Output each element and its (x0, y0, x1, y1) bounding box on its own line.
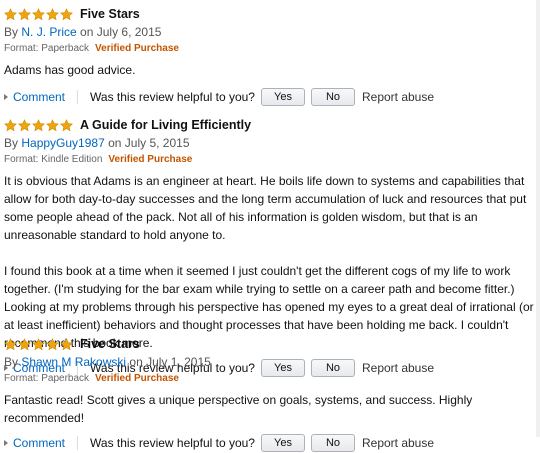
review-byline: By Shawn M Rakowski on July 1, 2015 (4, 355, 536, 370)
review-date: on July 5, 2015 (108, 136, 190, 150)
review-title[interactable]: Five Stars (80, 337, 140, 351)
star-icon (18, 118, 31, 131)
review-title-row: Five Stars (4, 336, 536, 352)
review-date: on July 6, 2015 (80, 25, 162, 39)
verified-purchase-badge: Verified Purchase (108, 154, 193, 165)
comment-link[interactable]: Comment (4, 436, 65, 450)
divider (77, 90, 79, 104)
review-actions: Comment Was this review helpful to you? … (4, 87, 536, 107)
review-meta: Format: Paperback Verified Purchase (4, 42, 536, 55)
review-title[interactable]: Five Stars (80, 7, 140, 21)
star-icon (46, 7, 59, 20)
by-label: By (4, 355, 19, 369)
comment-link[interactable]: Comment (4, 90, 65, 104)
review-body: Adams has good advice. (4, 61, 536, 79)
helpful-no-button[interactable]: No (310, 88, 355, 106)
star-icon (32, 118, 45, 131)
star-icon (60, 7, 73, 20)
review-date: on July 1, 2015 (129, 355, 211, 369)
caret-right-icon (4, 94, 8, 100)
review-meta: Format: Paperback Verified Purchase (4, 372, 536, 385)
review-paragraph: It is obvious that Adams is an engineer … (4, 174, 527, 242)
report-abuse-link[interactable]: Report abuse (362, 90, 434, 104)
star-icon (32, 7, 45, 20)
review-body: It is obvious that Adams is an engineer … (4, 172, 536, 352)
star-rating[interactable] (4, 7, 74, 21)
report-abuse-link[interactable]: Report abuse (362, 436, 434, 450)
star-icon (18, 7, 31, 20)
reviews-page: Five Stars By N. J. Price on July 6, 201… (0, 0, 540, 452)
star-icon (46, 118, 59, 131)
caret-right-icon (4, 440, 8, 446)
review-body: Fantastic read! Scott gives a unique per… (4, 391, 536, 427)
review-author-link[interactable]: HappyGuy1987 (21, 136, 104, 150)
star-icon (60, 337, 73, 350)
review-author-link[interactable]: Shawn M Rakowski (21, 355, 126, 369)
review-paragraph: Fantastic read! Scott gives a unique per… (4, 393, 473, 425)
star-icon (46, 337, 59, 350)
comment-label: Comment (13, 436, 66, 450)
review-byline: By N. J. Price on July 6, 2015 (4, 25, 536, 40)
star-icon (60, 118, 73, 131)
star-icon (18, 337, 31, 350)
review-3: Five Stars By Shawn M Rakowski on July 1… (4, 336, 536, 453)
star-rating[interactable] (4, 118, 74, 132)
helpful-question: Was this review helpful to you? (90, 436, 255, 450)
review-actions: Comment Was this review helpful to you? … (4, 433, 536, 453)
star-icon (4, 7, 17, 20)
review-format: Format: Kindle Edition (4, 154, 103, 165)
star-icon (4, 118, 17, 131)
review-author-link[interactable]: N. J. Price (21, 25, 76, 39)
review-format: Format: Paperback (4, 373, 90, 384)
review-meta: Format: Kindle Edition Verified Purchase (4, 153, 536, 166)
comment-label: Comment (13, 90, 66, 104)
star-rating[interactable] (4, 337, 74, 351)
helpful-yes-button[interactable]: Yes (260, 88, 305, 106)
verified-purchase-badge: Verified Purchase (95, 373, 179, 384)
divider (77, 436, 79, 450)
by-label: By (4, 136, 19, 150)
review-title[interactable]: A Guide for Living Efficiently (80, 118, 251, 132)
review-1: Five Stars By N. J. Price on July 6, 201… (4, 6, 536, 107)
review-title-row: A Guide for Living Efficiently (4, 117, 536, 133)
star-icon (32, 337, 45, 350)
review-paragraph: Adams has good advice. (4, 63, 136, 77)
review-byline: By HappyGuy1987 on July 5, 2015 (4, 136, 536, 151)
by-label: By (4, 25, 19, 39)
scrollbar[interactable] (536, 0, 540, 437)
star-icon (4, 337, 17, 350)
review-title-row: Five Stars (4, 6, 536, 22)
verified-purchase-badge: Verified Purchase (95, 43, 179, 54)
review-format: Format: Paperback (4, 43, 90, 54)
helpful-question: Was this review helpful to you? (90, 90, 255, 104)
